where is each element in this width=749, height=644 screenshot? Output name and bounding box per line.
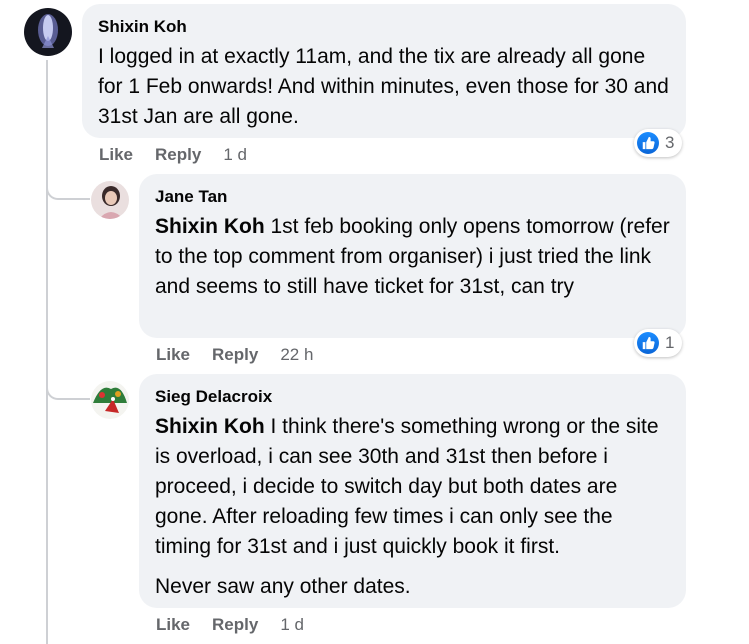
comment-bubble: Shixin Koh I logged in at exactly 11am, …: [82, 4, 686, 138]
avatar[interactable]: [91, 381, 129, 419]
comment-timestamp[interactable]: 1 d: [223, 145, 247, 165]
comment-author[interactable]: Sieg Delacroix: [155, 386, 670, 408]
like-button[interactable]: Like: [156, 615, 190, 635]
reply-button[interactable]: Reply: [212, 345, 258, 365]
like-button[interactable]: Like: [156, 345, 190, 365]
mention-link[interactable]: Shixin Koh: [155, 215, 265, 238]
comment-actions: Like Reply 1 d: [99, 145, 247, 165]
user-photo-icon: [91, 381, 129, 419]
mention-link[interactable]: Shixin Koh: [155, 415, 265, 438]
reply-button[interactable]: Reply: [155, 145, 201, 165]
user-photo-icon: [91, 181, 129, 219]
reaction-badge[interactable]: 1: [634, 329, 683, 357]
comment-text: I logged in at exactly 11am, and the tix…: [98, 42, 670, 132]
comment-bubble: Jane Tan Shixin Koh 1st feb booking only…: [139, 174, 686, 338]
comment-timestamp[interactable]: 22 h: [280, 345, 313, 365]
like-button[interactable]: Like: [99, 145, 133, 165]
comment-timestamp[interactable]: 1 d: [280, 615, 304, 635]
comment-text-paragraph: Never saw any other dates.: [155, 575, 411, 598]
avatar[interactable]: [24, 8, 72, 56]
reaction-count: 3: [665, 133, 675, 152]
reply-button[interactable]: Reply: [212, 615, 258, 635]
reaction-badge[interactable]: 3: [634, 129, 683, 157]
user-photo-icon: [24, 8, 72, 56]
comment-bubble: Sieg Delacroix Shixin Koh I think there'…: [139, 374, 686, 608]
comment-actions: Like Reply 22 h: [156, 345, 313, 365]
thread-line-branch: [46, 186, 90, 200]
comment-author[interactable]: Jane Tan: [155, 186, 670, 208]
avatar[interactable]: [91, 181, 129, 219]
comment-text: Shixin Koh 1st feb booking only opens to…: [155, 212, 670, 302]
reaction-count: 1: [665, 333, 675, 352]
thread-line-branch: [46, 386, 90, 400]
like-icon: [637, 332, 659, 354]
comment-actions: Like Reply 1 d: [156, 615, 304, 635]
comment-author[interactable]: Shixin Koh: [98, 16, 670, 38]
thread-line-vertical: [46, 60, 48, 644]
like-icon: [637, 132, 659, 154]
comment-body: I logged in at exactly 11am, and the tix…: [98, 45, 669, 128]
comment-text: Shixin Koh I think there's something wro…: [155, 412, 670, 562]
